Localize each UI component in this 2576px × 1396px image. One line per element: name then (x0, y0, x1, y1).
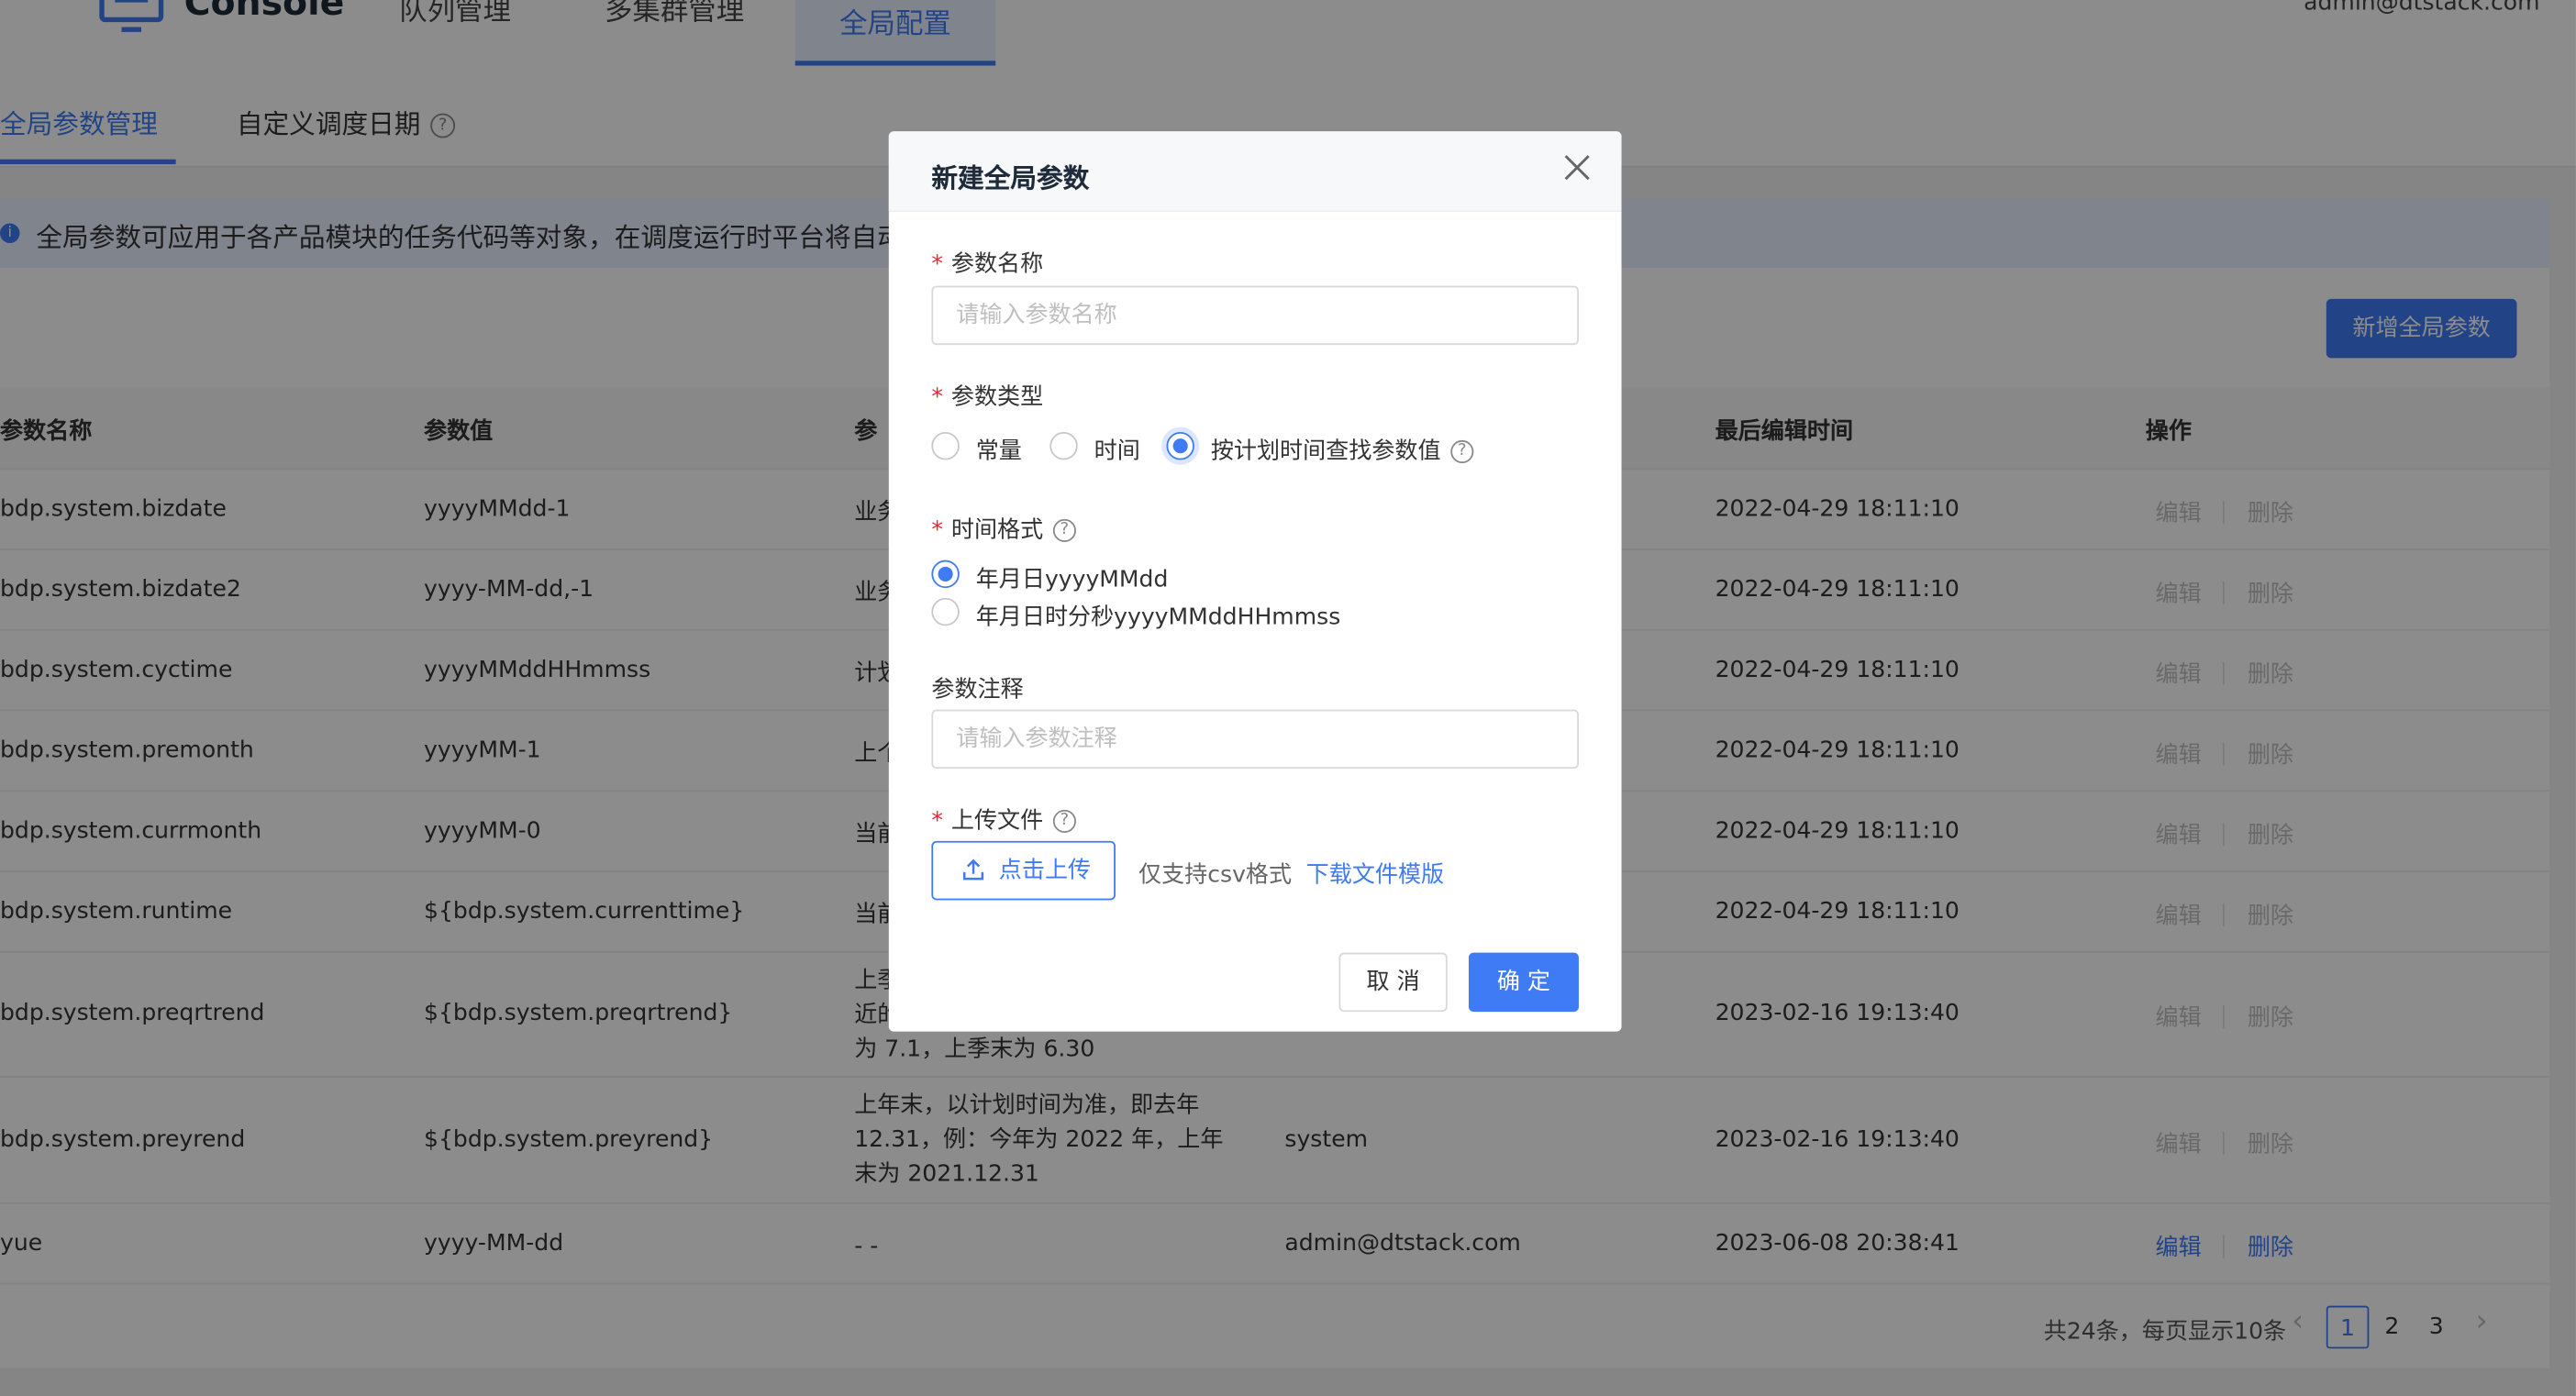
radio-format-date-label[interactable]: 年月日yyyyMMdd (976, 561, 1169, 594)
upload-button-label: 点击上传 (998, 857, 1092, 884)
radio-format-date[interactable] (931, 560, 960, 589)
param-name-label-text: 参数名称 (950, 250, 1044, 278)
new-global-param-modal: 新建全局参数 * 参数名称 请输入参数名称 * 参数类型 常量 时间 按计划时间查找… (888, 131, 1622, 1032)
download-template-link[interactable]: 下载文件模版 (1306, 858, 1444, 891)
param-comment-input[interactable]: 请输入参数注释 (931, 709, 1579, 770)
help-icon[interactable]: ? (1052, 809, 1076, 833)
radio-constant-label[interactable]: 常量 (976, 434, 1022, 467)
required-mark: * (931, 808, 943, 835)
param-type-label-text: 参数类型 (950, 384, 1044, 411)
close-icon[interactable] (1562, 153, 1592, 183)
param-type-label: * 参数类型 (931, 380, 1043, 413)
required-mark: * (931, 517, 943, 544)
upload-icon (962, 859, 984, 881)
upload-button[interactable]: 点击上传 (931, 840, 1116, 901)
help-icon[interactable]: ? (1450, 439, 1474, 464)
param-name-input[interactable]: 请输入参数名称 (931, 285, 1579, 346)
help-icon[interactable]: ? (1052, 518, 1076, 542)
radio-time[interactable] (1049, 431, 1078, 460)
radio-time-label[interactable]: 时间 (1094, 434, 1140, 467)
ok-button[interactable]: 确 定 (1468, 952, 1579, 1013)
upload-file-label: * 上传文件? (931, 803, 1076, 836)
radio-constant[interactable] (931, 431, 960, 460)
param-comment-label: 参数注释 (931, 676, 1024, 704)
upload-hint: 仅支持csv格式 (1138, 862, 1293, 889)
modal-header: 新建全局参数 (888, 131, 1622, 213)
cancel-button[interactable]: 取 消 (1338, 952, 1448, 1013)
required-mark: * (931, 250, 943, 278)
radio-plan-lookup[interactable] (1166, 431, 1194, 460)
required-mark: * (931, 384, 943, 411)
radio-plan-lookup-text: 按计划时间查找参数值 (1210, 438, 1441, 465)
radio-format-datetime[interactable] (931, 597, 960, 626)
modal-title: 新建全局参数 (931, 162, 1090, 194)
radio-plan-lookup-label[interactable]: 按计划时间查找参数值? (1211, 434, 1474, 467)
time-format-label-text: 时间格式 (950, 517, 1044, 544)
upload-file-label-text: 上传文件 (950, 808, 1044, 835)
radio-format-datetime-label[interactable]: 年月日时分秒yyyyMMddHHmmss (976, 600, 1341, 633)
param-name-label: * 参数名称 (931, 247, 1043, 280)
console-page: Console 队列管理 多集群管理 全局配置 admin@dtstack.co… (0, 0, 2576, 1396)
time-format-label: * 时间格式? (931, 513, 1076, 546)
